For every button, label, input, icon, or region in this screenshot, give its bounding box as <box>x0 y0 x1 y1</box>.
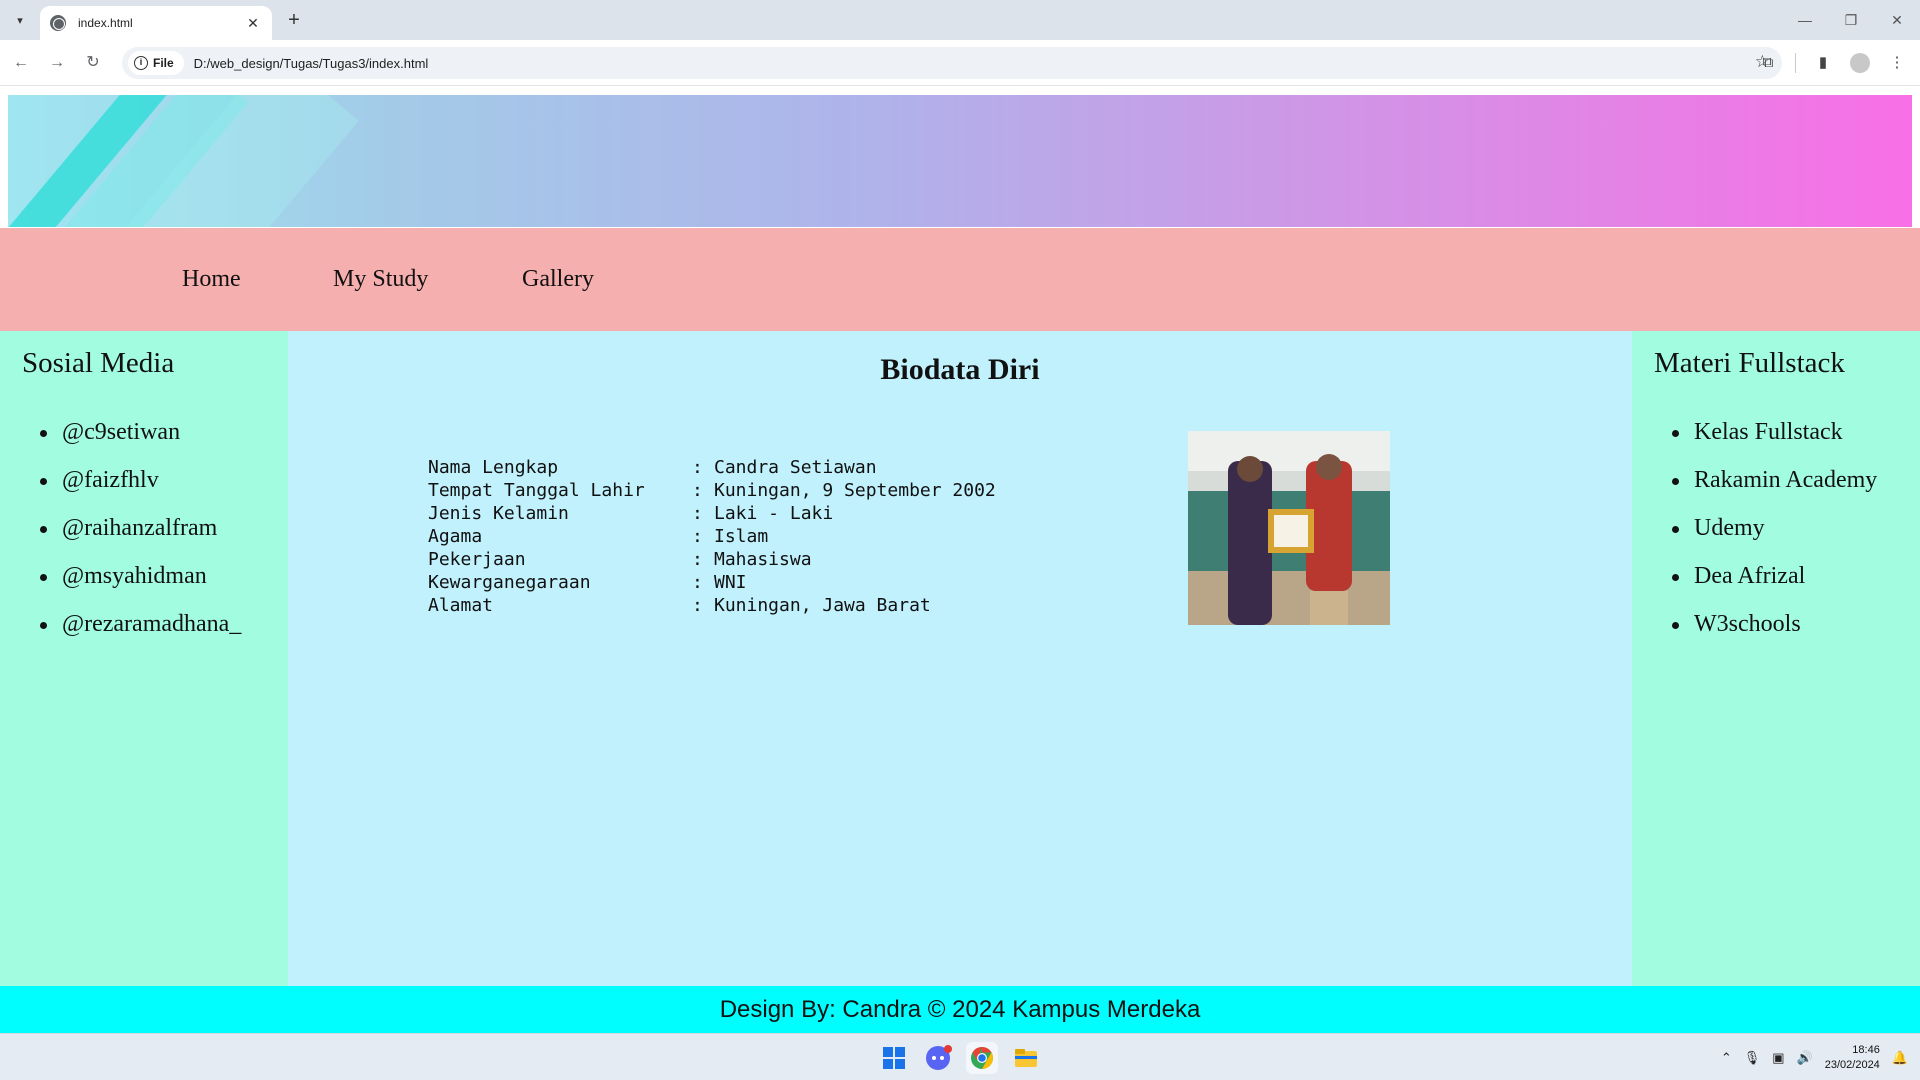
list-item: Dea Afrizal <box>1672 563 1877 611</box>
notification-bell-icon[interactable]: 🔔 <box>1892 1050 1908 1066</box>
list-item: @rezaramadhana_ <box>40 611 241 659</box>
footer-text: Design By: Candra © 2024 Kampus Merdeka <box>719 996 1201 1023</box>
nav-link-home[interactable]: Home <box>182 266 241 293</box>
profile-photo <box>1188 431 1390 625</box>
reload-icon[interactable]: ↻ <box>82 52 104 74</box>
file-explorer-icon[interactable] <box>1010 1042 1042 1074</box>
list-item: @c9setiwan <box>40 419 241 467</box>
biodata-separator: : <box>692 595 703 616</box>
extensions-icon[interactable]: ⧉ <box>1755 50 1781 76</box>
tab-title: index.html <box>78 16 133 30</box>
nav-link-gallery[interactable]: Gallery <box>522 266 594 293</box>
biodata-separator: : <box>692 503 703 524</box>
biodata-row: Kewarganegaraan : WNI <box>428 572 996 595</box>
forward-arrow-icon[interactable]: → <box>46 52 68 74</box>
microphone-icon[interactable]: 🎙 <box>1744 1050 1761 1066</box>
page-footer: Design By: Candra © 2024 Kampus Merdeka <box>0 986 1920 1033</box>
header-banner <box>8 95 1912 227</box>
biodata-row: Agama : Islam <box>428 526 996 549</box>
windows-start-icon[interactable] <box>878 1042 910 1074</box>
biodata-row: Pekerjaan : Mahasiswa <box>428 549 996 572</box>
biodata-label: Jenis Kelamin <box>428 503 569 524</box>
clock-time: 18:46 <box>1852 1043 1880 1056</box>
list-item: Kelas Fullstack <box>1672 419 1877 467</box>
biodata-value: Laki - Laki <box>714 503 834 524</box>
site-info-chip[interactable]: i File <box>128 51 184 75</box>
os-taskbar: ⌃ 🎙 ▣ 🔊 18:46 23/02/2024 🔔 <box>0 1033 1920 1080</box>
list-item: W3schools <box>1672 611 1877 659</box>
biodata-label: Alamat <box>428 595 494 616</box>
page-title: Biodata Diri <box>880 353 1040 386</box>
biodata-row: Alamat : Kuningan, Jawa Barat <box>428 595 996 618</box>
web-page: Home My Study Gallery Sosial Media @c9se… <box>0 87 1920 1033</box>
biodata-label: Kewarganegaraan <box>428 572 591 593</box>
browser-tab[interactable]: index.html ✕ <box>40 6 272 40</box>
list-item: @raihanzalfram <box>40 515 241 563</box>
list-item: Rakamin Academy <box>1672 467 1877 515</box>
close-window-icon[interactable]: ✕ <box>1874 0 1920 40</box>
clock-date: 23/02/2024 <box>1824 1058 1880 1071</box>
biodata-separator: : <box>692 549 703 570</box>
biodata-label: Nama Lengkap <box>428 457 559 478</box>
profile-photo-illustration <box>1188 431 1390 625</box>
biodata-table: Nama Lengkap : Candra Setiawan Tempat Ta… <box>428 457 996 618</box>
main-content: Biodata Diri Nama Lengkap : Candra Setia… <box>288 331 1632 986</box>
toolbar-actions: ⧉ ▮ ⋮ <box>1755 50 1910 76</box>
tab-search-chevron-icon[interactable]: ▾ <box>8 8 32 32</box>
minimize-icon[interactable]: — <box>1782 0 1828 40</box>
list-item: @faizfhlv <box>40 467 241 515</box>
chrome-icon[interactable] <box>966 1042 998 1074</box>
side-panel-icon[interactable]: ▮ <box>1810 50 1836 76</box>
biodata-value: Candra Setiawan <box>714 457 877 478</box>
more-menu-icon[interactable]: ⋮ <box>1884 50 1910 76</box>
browser-toolbar: ← → ↻ i File D:/web_design/Tugas/Tugas3/… <box>0 40 1920 86</box>
top-navigation: Home My Study Gallery <box>0 228 1920 331</box>
toolbar-divider <box>1795 53 1796 73</box>
discord-icon[interactable] <box>922 1042 954 1074</box>
fullstack-material-list: Kelas Fullstack Rakamin Academy Udemy De… <box>1672 419 1877 659</box>
globe-icon <box>50 15 66 31</box>
right-sidebar: Materi Fullstack Kelas Fullstack Rakamin… <box>1632 331 1920 986</box>
social-media-list: @c9setiwan @faizfhlv @raihanzalfram @msy… <box>40 419 241 659</box>
back-arrow-icon[interactable]: ← <box>10 52 32 74</box>
system-clock[interactable]: 18:46 23/02/2024 <box>1825 1043 1880 1073</box>
profile-avatar-icon[interactable] <box>1850 53 1870 73</box>
biodata-value: Islam <box>714 526 769 547</box>
biodata-label: Pekerjaan <box>428 549 526 570</box>
list-item: Udemy <box>1672 515 1877 563</box>
biodata-separator: : <box>692 480 703 501</box>
list-item: @msyahidman <box>40 563 241 611</box>
window-controls: — ❐ ✕ <box>1782 0 1920 40</box>
biodata-value: WNI <box>714 572 747 593</box>
new-tab-button[interactable]: + <box>282 8 306 32</box>
volume-icon[interactable]: 🔊 <box>1797 1050 1813 1066</box>
site-chip-label: File <box>153 56 174 70</box>
left-sidebar: Sosial Media @c9setiwan @faizfhlv @raiha… <box>0 331 288 986</box>
biodata-value: Mahasiswa <box>714 549 812 570</box>
system-tray: ⌃ 🎙 ▣ 🔊 18:46 23/02/2024 🔔 <box>1721 1034 1908 1080</box>
chevron-up-icon[interactable]: ⌃ <box>1721 1050 1732 1066</box>
close-tab-icon[interactable]: ✕ <box>244 15 262 32</box>
nav-link-my-study[interactable]: My Study <box>333 266 428 293</box>
biodata-row: Tempat Tanggal Lahir : Kuningan, 9 Septe… <box>428 480 996 503</box>
biodata-label: Agama <box>428 526 483 547</box>
right-sidebar-title: Materi Fullstack <box>1654 347 1845 379</box>
restore-icon[interactable]: ❐ <box>1828 0 1874 40</box>
browser-tabstrip: ▾ index.html ✕ + — ❐ ✕ <box>0 0 1920 40</box>
biodata-row: Nama Lengkap : Candra Setiawan <box>428 457 996 480</box>
biodata-value: Kuningan, Jawa Barat <box>714 595 931 616</box>
biodata-separator: : <box>692 526 703 547</box>
biodata-label: Tempat Tanggal Lahir <box>428 480 645 501</box>
biodata-value: Kuningan, 9 September 2002 <box>714 480 996 501</box>
address-bar[interactable]: i File D:/web_design/Tugas/Tugas3/index.… <box>122 47 1782 79</box>
left-sidebar-title: Sosial Media <box>22 347 175 379</box>
url-text[interactable]: D:/web_design/Tugas/Tugas3/index.html <box>194 56 429 71</box>
biodata-separator: : <box>692 457 703 478</box>
network-icon[interactable]: ▣ <box>1772 1050 1784 1066</box>
biodata-separator: : <box>692 572 703 593</box>
info-icon: i <box>134 56 148 70</box>
biodata-row: Jenis Kelamin : Laki - Laki <box>428 503 996 526</box>
